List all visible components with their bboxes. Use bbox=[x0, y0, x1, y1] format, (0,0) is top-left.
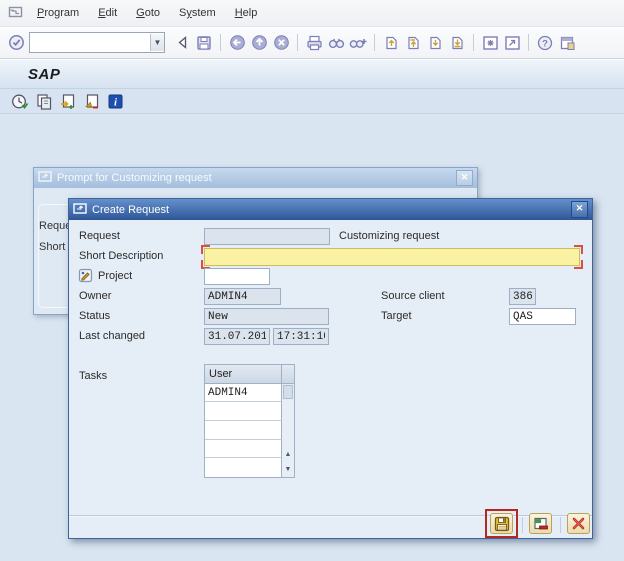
focus-corner-icon bbox=[574, 245, 583, 254]
nav-exit-icon[interactable] bbox=[249, 33, 269, 53]
project-label: Project bbox=[98, 270, 133, 282]
annotation-highlight-box bbox=[485, 509, 518, 538]
tasks-header-user: User bbox=[205, 365, 282, 384]
project-icon bbox=[78, 268, 93, 286]
menu-program[interactable]: Program bbox=[37, 7, 79, 19]
print-icon[interactable] bbox=[304, 33, 324, 53]
focus-corner-icon bbox=[574, 260, 583, 269]
end-button[interactable] bbox=[529, 513, 552, 534]
toolbar-separator bbox=[220, 34, 221, 51]
tasks-scrollbar-header bbox=[282, 365, 294, 384]
nav-cancel-icon[interactable] bbox=[271, 33, 291, 53]
owner-field bbox=[204, 288, 281, 305]
command-input[interactable] bbox=[30, 35, 150, 50]
deselect-icon[interactable] bbox=[81, 91, 102, 111]
prompt-dialog-titlebar[interactable]: Prompt for Customizing request ✕ bbox=[34, 168, 477, 188]
copy-icon[interactable] bbox=[33, 91, 54, 111]
short-description-label: Short Description bbox=[79, 250, 164, 262]
close-icon[interactable]: ✕ bbox=[571, 201, 588, 218]
create-request-dialog: Create Request ✕ Request Customizing req… bbox=[68, 198, 593, 539]
focus-corner-icon bbox=[201, 245, 210, 254]
short-description-focus-frame bbox=[201, 245, 583, 269]
application-toolbar: i bbox=[0, 89, 624, 114]
owner-label: Owner bbox=[79, 290, 112, 302]
next-page-icon[interactable] bbox=[425, 33, 445, 53]
help-icon[interactable]: ? bbox=[535, 33, 555, 53]
menu-goto[interactable]: Goto bbox=[136, 7, 160, 19]
request-field bbox=[204, 228, 330, 245]
menu-help[interactable]: Help bbox=[235, 7, 258, 19]
command-field[interactable]: ▼ bbox=[29, 32, 165, 53]
last-changed-time-field bbox=[273, 328, 329, 345]
svg-text:?: ? bbox=[542, 38, 548, 49]
cancel-button[interactable] bbox=[567, 513, 590, 534]
prompt-dialog-title: Prompt for Customizing request bbox=[57, 172, 212, 184]
tasks-table: User ADMIN4 ▲ ▼ bbox=[204, 364, 295, 478]
cancel-x-icon bbox=[572, 517, 585, 530]
tasks-user-column: User ADMIN4 bbox=[205, 365, 282, 478]
tasks-scrollbar[interactable]: ▲ ▼ bbox=[282, 365, 294, 477]
back-icon[interactable] bbox=[172, 33, 192, 53]
sap-gui-window: Program Edit Goto System Help ▼ ? SAP i … bbox=[0, 0, 624, 561]
customize-layout-icon[interactable] bbox=[557, 33, 577, 53]
target-field[interactable] bbox=[509, 308, 576, 325]
screen-title: SAP bbox=[28, 65, 61, 83]
standard-toolbar: ▼ ? bbox=[0, 27, 624, 59]
window-end-icon bbox=[533, 517, 548, 529]
task-row[interactable] bbox=[205, 439, 282, 459]
toolbar-separator bbox=[374, 34, 375, 51]
request-type-text: Customizing request bbox=[339, 230, 440, 242]
enter-icon[interactable] bbox=[6, 33, 26, 53]
find-icon[interactable] bbox=[326, 33, 346, 53]
scroll-down-icon[interactable]: ▼ bbox=[282, 462, 294, 477]
create-shortcut-icon[interactable] bbox=[502, 33, 522, 53]
source-client-label: Source client bbox=[381, 290, 445, 302]
tasks-label: Tasks bbox=[79, 370, 108, 382]
status-field bbox=[204, 308, 329, 325]
task-row[interactable] bbox=[205, 402, 282, 422]
first-page-icon[interactable] bbox=[381, 33, 401, 53]
short-description-field[interactable] bbox=[204, 248, 580, 266]
menu-system[interactable]: System bbox=[179, 7, 216, 19]
scrollbar-track[interactable] bbox=[282, 400, 294, 447]
create-request-titlebar[interactable]: Create Request ✕ bbox=[69, 199, 592, 220]
new-session-icon[interactable] bbox=[480, 33, 500, 53]
toolbar-separator bbox=[473, 34, 474, 51]
source-client-field bbox=[509, 288, 536, 305]
scrollbar-thumb[interactable] bbox=[283, 385, 293, 399]
toolbar-separator bbox=[297, 34, 298, 51]
nav-back-icon[interactable] bbox=[227, 33, 247, 53]
toolbar-separator bbox=[528, 34, 529, 51]
status-label: Status bbox=[79, 310, 111, 322]
title-band: SAP bbox=[0, 60, 624, 89]
command-dropdown-icon[interactable]: ▼ bbox=[150, 34, 164, 51]
close-icon[interactable]: ✕ bbox=[456, 170, 473, 186]
button-separator bbox=[522, 517, 523, 533]
menu-edit[interactable]: Edit bbox=[98, 7, 117, 19]
request-label: Request bbox=[79, 230, 120, 242]
previous-page-icon[interactable] bbox=[403, 33, 423, 53]
last-changed-label: Last changed bbox=[79, 330, 146, 342]
last-changed-date-field bbox=[204, 328, 270, 345]
information-icon[interactable]: i bbox=[105, 91, 126, 111]
save-icon[interactable] bbox=[194, 33, 214, 53]
dialog-icon bbox=[38, 171, 52, 185]
last-page-icon[interactable] bbox=[447, 33, 467, 53]
execute-icon[interactable] bbox=[9, 91, 30, 111]
system-menu-icon[interactable] bbox=[8, 6, 23, 21]
menu-bar: Program Edit Goto System Help bbox=[0, 0, 624, 27]
button-separator bbox=[560, 517, 561, 533]
choose-icon[interactable] bbox=[57, 91, 78, 111]
scroll-up-icon[interactable]: ▲ bbox=[282, 447, 294, 462]
dialog-icon bbox=[73, 202, 87, 217]
task-row[interactable]: ADMIN4 bbox=[205, 383, 282, 403]
project-field[interactable] bbox=[204, 268, 270, 285]
find-next-icon[interactable] bbox=[348, 33, 368, 53]
task-row[interactable] bbox=[205, 421, 282, 440]
task-row[interactable] bbox=[205, 458, 282, 478]
create-request-title: Create Request bbox=[92, 203, 170, 216]
target-label: Target bbox=[381, 310, 412, 322]
